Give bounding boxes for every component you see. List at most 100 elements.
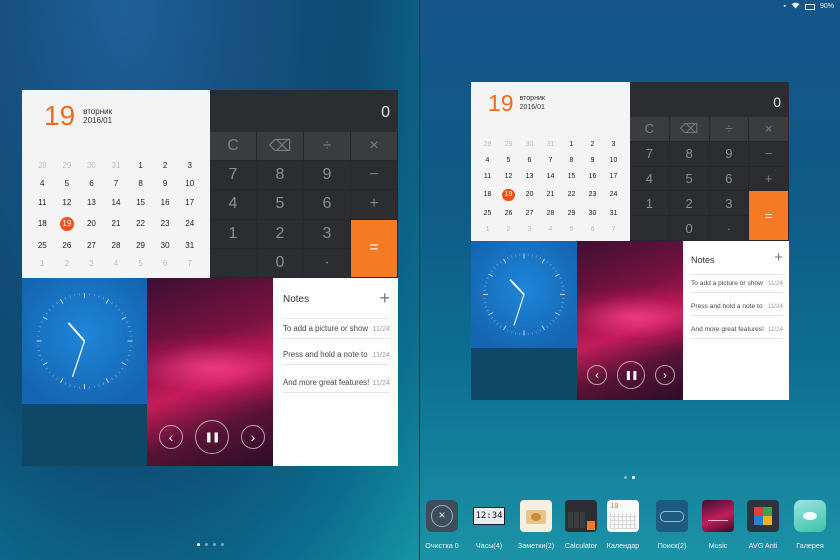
- calendar-date[interactable]: 31: [540, 137, 561, 153]
- calendar-date[interactable]: 21: [104, 212, 129, 236]
- calendar-date[interactable]: 15: [561, 168, 582, 184]
- calendar-date[interactable]: 2: [153, 156, 178, 175]
- calendar-date[interactable]: 2: [498, 221, 519, 237]
- calendar-date[interactable]: 28: [540, 206, 561, 222]
- calendar-date[interactable]: 5: [498, 153, 519, 169]
- calc-key[interactable]: 7: [630, 141, 670, 167]
- note-item[interactable]: And more great features! 11/24: [691, 320, 783, 339]
- calendar-date[interactable]: 6: [519, 153, 540, 169]
- calendar-date[interactable]: 30: [519, 137, 540, 153]
- next-track-button[interactable]: ›: [655, 365, 675, 385]
- calendar-date[interactable]: 1: [561, 137, 582, 153]
- calc-key[interactable]: 9: [709, 141, 750, 167]
- calendar-date[interactable]: 29: [498, 137, 519, 153]
- calc-key[interactable]: ÷: [304, 132, 351, 162]
- calc-key[interactable]: 2: [257, 219, 304, 249]
- music-widget[interactable]: ‹ ❚❚ ›: [147, 278, 273, 466]
- calc-key[interactable]: 3: [709, 191, 750, 217]
- calendar-date[interactable]: 9: [153, 175, 178, 194]
- calendar-date[interactable]: 23: [153, 212, 178, 236]
- add-note-button[interactable]: +: [379, 288, 390, 309]
- calendar-date[interactable]: 1: [477, 221, 498, 237]
- calendar-date[interactable]: 4: [30, 175, 55, 194]
- calc-key[interactable]: 8: [669, 141, 710, 167]
- calendar-date[interactable]: 1: [128, 156, 153, 175]
- notes-widget[interactable]: Notes + To add a picture or show 11/24 P…: [683, 241, 789, 400]
- calc-key[interactable]: 9: [304, 161, 351, 191]
- calc-key[interactable]: 5: [669, 166, 710, 192]
- calendar-date[interactable]: 24: [603, 184, 624, 205]
- calc-key[interactable]: 6: [304, 190, 351, 220]
- calc-key[interactable]: 0: [257, 248, 304, 278]
- calendar-date[interactable]: 23: [582, 184, 603, 205]
- calendar-date[interactable]: 5: [55, 175, 80, 194]
- calendar-date[interactable]: 15: [128, 193, 153, 212]
- calendar-date[interactable]: 3: [603, 137, 624, 153]
- calc-key[interactable]: −: [351, 161, 398, 191]
- next-track-button[interactable]: ›: [241, 425, 265, 449]
- calc-key[interactable]: 3: [304, 219, 351, 249]
- calc-key[interactable]: 7: [210, 161, 257, 191]
- calendar-date[interactable]: 17: [177, 193, 202, 212]
- calendar-date[interactable]: 28: [477, 137, 498, 153]
- calendar-date[interactable]: 4: [104, 254, 129, 273]
- calc-key[interactable]: 8: [257, 161, 304, 191]
- pause-button[interactable]: ❚❚: [617, 361, 645, 389]
- calendar-grid[interactable]: 28 29 30 31 1 2 3 4 5 6 7 8 9 10 11 12 13 14 15 16 17 18 19 20 2…: [477, 137, 624, 237]
- music-widget[interactable]: ‹ ❚❚ ›: [577, 241, 683, 400]
- calendar-date[interactable]: 6: [79, 175, 104, 194]
- calendar-date[interactable]: 25: [477, 206, 498, 222]
- calendar-date[interactable]: 7: [104, 175, 129, 194]
- calc-key[interactable]: 5: [257, 190, 304, 220]
- note-item[interactable]: Press and hold a note to 11/24: [283, 344, 390, 365]
- calendar-date[interactable]: 28: [30, 156, 55, 175]
- calendar-widget[interactable]: 19 вторник 2016/01 28 29 30 31 1 2 3 4 5 6 7 8 9 10 11…: [22, 90, 210, 278]
- calendar-date[interactable]: 6: [153, 254, 178, 273]
- calendar-date[interactable]: 5: [561, 221, 582, 237]
- calendar-date[interactable]: 1: [30, 254, 55, 273]
- calendar-date[interactable]: 25: [30, 236, 55, 255]
- calendar-date[interactable]: 31: [177, 236, 202, 255]
- add-note-button[interactable]: +: [774, 249, 783, 266]
- calendar-date[interactable]: 9: [582, 153, 603, 169]
- calc-key[interactable]: −: [749, 141, 789, 167]
- previous-track-button[interactable]: ‹: [587, 365, 607, 385]
- calc-key[interactable]: C: [210, 132, 257, 162]
- clock-widget[interactable]: [22, 278, 147, 404]
- calendar-date[interactable]: 16: [582, 168, 603, 184]
- calendar-date[interactable]: 4: [540, 221, 561, 237]
- calendar-date[interactable]: 17: [603, 168, 624, 184]
- calendar-date[interactable]: 13: [79, 193, 104, 212]
- calendar-date[interactable]: 18: [30, 212, 55, 236]
- calendar-date[interactable]: 31: [104, 156, 129, 175]
- calendar-date[interactable]: 20: [79, 212, 104, 236]
- calc-key[interactable]: ×: [351, 132, 398, 162]
- pause-button[interactable]: ❚❚: [195, 420, 229, 454]
- calendar-date[interactable]: 26: [498, 206, 519, 222]
- calendar-date[interactable]: 3: [79, 254, 104, 273]
- calc-key[interactable]: 2: [669, 191, 710, 217]
- calendar-date[interactable]: 10: [603, 153, 624, 169]
- app-search[interactable]: Поиск(2): [646, 496, 698, 550]
- calendar-date-today[interactable]: 19: [498, 184, 519, 205]
- note-item[interactable]: And more great features! 11/24: [283, 372, 390, 393]
- calendar-date[interactable]: 20: [519, 184, 540, 205]
- app-clock[interactable]: 12:34 Часы(4): [463, 496, 515, 550]
- calc-key[interactable]: 4: [210, 190, 257, 220]
- calc-key[interactable]: ÷: [709, 117, 750, 142]
- calculator-widget[interactable]: 0 C ⌫ ÷ × 7 8 9−4 5 6 +1 2 3 = 0 ·: [630, 82, 789, 241]
- calc-key[interactable]: ·: [709, 216, 750, 241]
- calendar-date[interactable]: 22: [561, 184, 582, 205]
- app-calendar[interactable]: 19 Календар: [597, 496, 649, 550]
- calc-key[interactable]: ⌫: [669, 117, 710, 142]
- calc-key[interactable]: 1: [210, 219, 257, 249]
- note-item[interactable]: To add a picture or show 11/24: [691, 274, 783, 293]
- calc-key[interactable]: 1: [630, 191, 670, 217]
- calendar-date[interactable]: 2: [55, 254, 80, 273]
- app-avg[interactable]: AVG Anti: [737, 496, 789, 550]
- calc-key[interactable]: C: [630, 117, 670, 142]
- calendar-date[interactable]: 11: [477, 168, 498, 184]
- calendar-date[interactable]: 3: [519, 221, 540, 237]
- calc-key[interactable]: ·: [304, 248, 351, 278]
- calculator-keypad[interactable]: C ⌫ ÷ × 7 8 9− 4 5 6 +1 2 3 = 0 ·: [210, 132, 398, 278]
